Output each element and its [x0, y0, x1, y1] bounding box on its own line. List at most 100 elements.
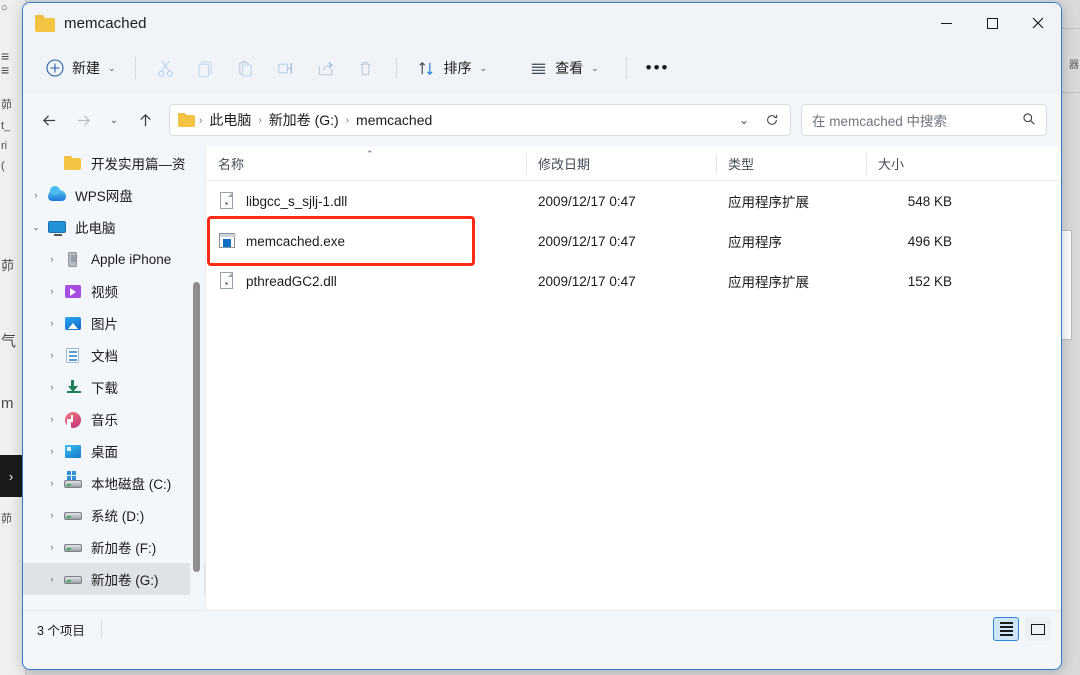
- address-bar[interactable]: › 此电脑 › 新加卷 (G:) › memcached ⌄: [169, 104, 791, 136]
- column-header-type-label: 类型: [728, 157, 755, 172]
- column-header-name-label: 名称: [218, 157, 245, 172]
- details-view-button[interactable]: [993, 617, 1019, 641]
- sidebar-item-2[interactable]: ⌄ 此电脑: [23, 211, 205, 243]
- breadcrumb-item-1[interactable]: 新加卷 (G:): [264, 107, 344, 133]
- sidebar-item-label: 此电脑: [75, 221, 116, 236]
- sidebar-item-5[interactable]: › 图片: [23, 307, 205, 339]
- file-date-cell-label: 2009/12/17 0:47: [538, 193, 636, 209]
- up-button[interactable]: [129, 104, 161, 136]
- search-box[interactable]: 在 memcached 中搜索: [801, 104, 1047, 136]
- maximize-icon: [986, 17, 998, 29]
- toolbar-divider: [134, 57, 136, 79]
- table-row[interactable]: libgcc_s_sjlj-1.dll 2009/12/17 0:47 应用程序扩展…: [206, 181, 1061, 221]
- file-date-cell-label: 2009/12/17 0:47: [538, 273, 636, 289]
- column-header-name[interactable]: ⌃ 名称: [206, 147, 526, 181]
- file-name-cell: memcached.exe: [206, 232, 526, 250]
- scissors-icon: [155, 57, 177, 79]
- sidebar-item-label: 新加卷 (G:): [91, 573, 159, 588]
- chevron-right-icon[interactable]: ›: [41, 286, 63, 296]
- paste-button[interactable]: [226, 52, 266, 84]
- sort-button[interactable]: 排序 ⌄: [407, 52, 497, 84]
- sidebar-item-label: 本地磁盘 (C:): [91, 477, 172, 492]
- sidebar-item-9[interactable]: › 桌面: [23, 435, 205, 467]
- sidebar-item-11[interactable]: › 系统 (D:): [23, 499, 205, 531]
- delete-button[interactable]: [346, 52, 386, 84]
- column-header-date[interactable]: 修改日期: [526, 147, 716, 181]
- share-button[interactable]: [306, 52, 346, 84]
- copy-icon: [195, 57, 217, 79]
- table-row[interactable]: memcached.exe 2009/12/17 0:47 应用程序 496 KB: [206, 221, 1061, 261]
- chevron-right-icon[interactable]: ›: [41, 350, 63, 360]
- sidebar-item-12[interactable]: › 新加卷 (F:): [23, 531, 205, 563]
- chevron-down-icon: ⌄: [479, 62, 488, 73]
- file-name-label: libgcc_s_sjlj-1.dll: [246, 193, 348, 209]
- chevron-right-icon[interactable]: ›: [41, 510, 63, 520]
- column-header-type[interactable]: 类型: [716, 147, 866, 181]
- sidebar-scrollbar[interactable]: [190, 147, 204, 610]
- column-header-size[interactable]: 大小: [866, 147, 966, 181]
- sidebar-item-0[interactable]: 开发实用篇—资: [23, 147, 205, 179]
- minimize-button[interactable]: [923, 3, 969, 43]
- drive-icon: [63, 538, 83, 556]
- chevron-right-icon[interactable]: ›: [41, 318, 63, 328]
- cut-button[interactable]: [146, 52, 186, 84]
- refresh-button[interactable]: [758, 107, 786, 133]
- table-row[interactable]: pthreadGC2.dll 2009/12/17 0:47 应用程序扩展 152 K…: [206, 261, 1061, 301]
- file-type-cell-label: 应用程序扩展: [728, 195, 809, 210]
- file-date-cell-label: 2009/12/17 0:47: [538, 233, 636, 249]
- chevron-right-icon[interactable]: ›: [41, 478, 63, 488]
- large-icons-view-button[interactable]: [1025, 617, 1051, 641]
- chevron-down-icon: ⌄: [108, 62, 116, 73]
- item-count-label: 3 个项目: [37, 623, 85, 638]
- recent-locations-button[interactable]: ⌄: [101, 104, 127, 136]
- sidebar-item-7[interactable]: › 下载: [23, 371, 205, 403]
- sidebar-item-10[interactable]: › 本地磁盘 (C:): [23, 467, 205, 499]
- desktop-icon: [63, 442, 83, 460]
- more-options-button[interactable]: •••: [637, 52, 679, 84]
- sidebar-item-6[interactable]: › 文档: [23, 339, 205, 371]
- chevron-right-icon[interactable]: ›: [25, 190, 47, 200]
- search-input[interactable]: 在 memcached 中搜索: [812, 110, 1022, 130]
- breadcrumb-item-2[interactable]: memcached: [351, 109, 437, 131]
- address-dropdown-button[interactable]: ⌄: [730, 107, 758, 133]
- status-bar: 3 个项目: [23, 610, 1061, 647]
- maximize-button[interactable]: [969, 3, 1015, 43]
- copy-button[interactable]: [186, 52, 226, 84]
- sidebar-item-8[interactable]: › 音乐: [23, 403, 205, 435]
- file-name-label: memcached.exe: [246, 233, 346, 249]
- sidebar-item-3[interactable]: › Apple iPhone: [23, 243, 205, 275]
- forward-button[interactable]: [67, 104, 99, 136]
- sidebar-item-4[interactable]: › 视频: [23, 275, 205, 307]
- rename-button[interactable]: [266, 52, 306, 84]
- close-icon: [1032, 17, 1044, 29]
- sidebar-scrollbar-thumb[interactable]: [193, 282, 200, 572]
- file-explorer-window: memcached 新建 ⌄ 排序 ⌄ 查看 ⌄ ••• ⌄ › 此电脑 › 新…: [22, 2, 1062, 670]
- file-type-cell-label: 应用程序扩展: [728, 275, 809, 290]
- dll-file-icon: [218, 192, 236, 210]
- navigation-pane: 开发实用篇—资 › WPS网盘 ⌄ 此电脑 › Apple iPhone › 视频 › 图片 › 文档 ›…: [23, 147, 205, 610]
- window-title: memcached: [64, 14, 147, 32]
- chevron-right-icon[interactable]: ›: [41, 574, 63, 584]
- sidebar-item-1[interactable]: › WPS网盘: [23, 179, 205, 211]
- chevron-right-icon[interactable]: ›: [41, 446, 63, 456]
- file-type-cell: 应用程序扩展: [716, 191, 866, 211]
- sidebar-item-13[interactable]: › 新加卷 (G:): [23, 563, 205, 595]
- breadcrumb-item-0[interactable]: 此电脑: [204, 107, 256, 133]
- arrow-right-icon: [77, 114, 90, 126]
- close-button[interactable]: [1015, 3, 1061, 43]
- new-button[interactable]: 新建 ⌄: [35, 52, 125, 84]
- chevron-down-icon[interactable]: ⌄: [25, 222, 47, 233]
- chevron-down-icon: ⌄: [109, 114, 119, 126]
- sort-button-label: 排序: [443, 60, 472, 76]
- view-button[interactable]: 查看 ⌄: [518, 52, 608, 84]
- rename-icon: [275, 57, 297, 79]
- drive-icon: [63, 506, 83, 524]
- file-date-cell: 2009/12/17 0:47: [526, 194, 716, 209]
- chevron-right-icon[interactable]: ›: [41, 254, 63, 264]
- file-size-cell: 496 KB: [866, 234, 966, 249]
- chevron-right-icon[interactable]: ›: [41, 542, 63, 552]
- chevron-right-icon[interactable]: ›: [41, 414, 63, 424]
- back-button[interactable]: [33, 104, 65, 136]
- chevron-right-icon[interactable]: ›: [41, 382, 63, 392]
- music-icon: [63, 410, 83, 428]
